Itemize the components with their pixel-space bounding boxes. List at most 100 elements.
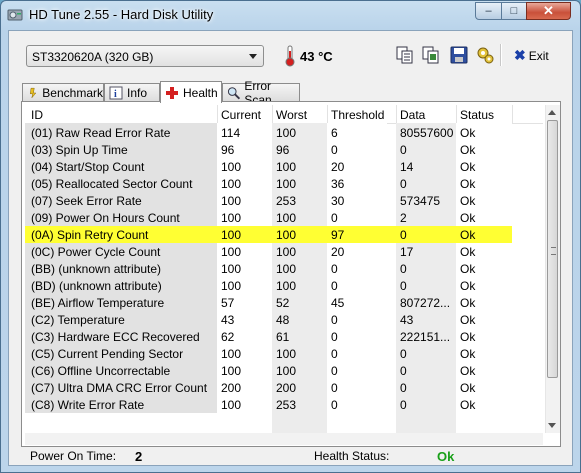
cell-attribute-id: (07) Seek Error Rate <box>31 194 142 208</box>
cell-worst-value: 100 <box>276 262 297 276</box>
cell-raw-data: 17 <box>400 245 414 259</box>
table-row[interactable]: (C6) Offline Uncorrectable 100 100 0 0 Ok <box>25 362 543 379</box>
cell-status: Ok <box>460 296 476 310</box>
table-row[interactable]: (0C) Power Cycle Count 100 100 20 17 Ok <box>25 243 543 260</box>
tab-health[interactable]: Health <box>160 81 222 103</box>
cell-worst-value: 100 <box>276 228 297 242</box>
tab-benchmark[interactable]: Benchmark <box>22 83 104 102</box>
power-on-time-label: Power On Time: <box>30 449 117 463</box>
cell-threshold-value: 0 <box>331 262 338 276</box>
cell-current-value: 100 <box>221 194 242 208</box>
cell-raw-data: 80557600 <box>400 126 454 140</box>
cell-current-value: 100 <box>221 262 242 276</box>
cell-current-value: 96 <box>221 143 235 157</box>
column-header-id[interactable]: ID <box>31 108 43 122</box>
horizontal-scrollbar[interactable] <box>25 433 543 445</box>
cell-attribute-id: (C8) Write Error Rate <box>31 398 145 412</box>
smart-attribute-table[interactable]: ID Current Worst Threshold Data Status (… <box>25 105 543 433</box>
cell-raw-data: 14 <box>400 160 414 174</box>
table-row[interactable]: (05) Reallocated Sector Count 100 100 36 0 Ok <box>25 175 543 192</box>
minimize-icon: – <box>485 5 492 17</box>
cell-threshold-value: 0 <box>331 143 338 157</box>
maximize-icon: □ <box>510 5 518 17</box>
table-row[interactable]: (01) Raw Read Error Rate 114 100 6 80557600 O… <box>25 124 543 141</box>
temperature-readout: 43 °C <box>300 49 333 64</box>
column-header-worst[interactable]: Worst <box>276 108 307 122</box>
chevron-down-icon <box>249 54 257 59</box>
column-header-threshold[interactable]: Threshold <box>331 108 384 122</box>
options-button[interactable] <box>475 45 495 65</box>
cell-raw-data: 0 <box>400 262 407 276</box>
cell-current-value: 100 <box>221 398 242 412</box>
cell-current-value: 62 <box>221 330 235 344</box>
table-row[interactable]: (C2) Temperature 43 48 0 43 Ok <box>25 311 543 328</box>
minimize-button[interactable]: – <box>475 2 502 20</box>
app-icon <box>7 9 23 21</box>
maximize-button[interactable]: □ <box>501 2 527 20</box>
cell-current-value: 100 <box>221 347 242 361</box>
cell-threshold-value: 20 <box>331 245 345 259</box>
error-scan-icon <box>227 87 241 100</box>
cell-worst-value: 253 <box>276 398 297 412</box>
table-row[interactable]: (C7) Ultra DMA CRC Error Count 200 200 0 0 Ok <box>25 379 543 396</box>
cell-raw-data: 0 <box>400 228 407 242</box>
cell-current-value: 200 <box>221 381 242 395</box>
cell-threshold-value: 0 <box>331 313 338 327</box>
table-row[interactable]: (BB) (unknown attribute) 100 100 0 0 Ok <box>25 260 543 277</box>
health-panel: ID Current Worst Threshold Data Status (… <box>21 101 561 447</box>
cell-threshold-value: 0 <box>331 381 338 395</box>
table-row[interactable]: (07) Seek Error Rate 100 253 30 573475 Ok <box>25 192 543 209</box>
exit-label: Exit <box>528 49 549 63</box>
app-window: HD Tune 2.55 - Hard Disk Utility – □ ✕ S… <box>0 0 581 473</box>
column-header-data[interactable]: Data <box>400 108 425 122</box>
tab-error-scan[interactable]: Error Scan <box>222 79 300 107</box>
table-row[interactable]: (04) Start/Stop Count 100 100 20 14 Ok <box>25 158 543 175</box>
cell-status: Ok <box>460 143 476 157</box>
column-header-status[interactable]: Status <box>460 108 494 122</box>
table-row[interactable]: (C8) Write Error Rate 100 253 0 0 Ok <box>25 396 543 413</box>
save-icon <box>450 46 468 64</box>
cell-worst-value: 96 <box>276 143 290 157</box>
cell-attribute-id: (BE) Airflow Temperature <box>31 296 165 310</box>
cell-attribute-id: (03) Spin Up Time <box>31 143 128 157</box>
tab-info[interactable]: i Info <box>104 83 160 102</box>
column-header-current[interactable]: Current <box>221 108 261 122</box>
cell-threshold-value: 0 <box>331 211 338 225</box>
power-on-time-value: 2 <box>135 449 143 464</box>
cell-attribute-id: (01) Raw Read Error Rate <box>31 126 171 140</box>
copy-screen-button[interactable] <box>421 45 441 65</box>
cell-attribute-id: (04) Start/Stop Count <box>31 160 145 174</box>
health-icon <box>166 86 178 99</box>
table-row[interactable]: (0A) Spin Retry Count 100 100 97 0 Ok <box>25 226 543 243</box>
drive-select[interactable]: ST3320620A (320 GB) <box>26 45 264 67</box>
table-row[interactable]: (03) Spin Up Time 96 96 0 0 Ok <box>25 141 543 158</box>
cell-raw-data: 43 <box>400 313 414 327</box>
cell-current-value: 57 <box>221 296 235 310</box>
cell-threshold-value: 20 <box>331 160 345 174</box>
cell-status: Ok <box>460 381 476 395</box>
cell-worst-value: 61 <box>276 330 290 344</box>
cell-raw-data: 222151... <box>400 330 451 344</box>
exit-button[interactable]: ✖ Exit <box>514 47 549 64</box>
thermometer-icon <box>285 45 295 67</box>
cell-status: Ok <box>460 177 476 191</box>
table-header: ID Current Worst Threshold Data Status <box>25 105 543 124</box>
cell-attribute-id: (05) Reallocated Sector Count <box>31 177 193 191</box>
grip-icon <box>551 247 556 255</box>
table-row[interactable]: (C3) Hardware ECC Recovered 62 61 0 222151..… <box>25 328 543 345</box>
table-row[interactable]: (BD) (unknown attribute) 100 100 0 0 Ok <box>25 277 543 294</box>
save-button[interactable] <box>449 45 469 65</box>
scroll-thumb[interactable] <box>547 120 558 378</box>
svg-text:i: i <box>114 89 117 100</box>
title-bar[interactable]: HD Tune 2.55 - Hard Disk Utility – □ ✕ <box>1 1 580 29</box>
scroll-up-icon[interactable] <box>548 110 556 115</box>
copy-info-button[interactable] <box>395 45 415 65</box>
table-row[interactable]: (C5) Current Pending Sector 100 100 0 0 Ok <box>25 345 543 362</box>
scroll-down-icon[interactable] <box>548 423 556 428</box>
cell-threshold-value: 6 <box>331 126 338 140</box>
table-row[interactable]: (09) Power On Hours Count 100 100 0 2 Ok <box>25 209 543 226</box>
table-row[interactable]: (BE) Airflow Temperature 57 52 45 807272... O… <box>25 294 543 311</box>
close-button[interactable]: ✕ <box>526 2 571 20</box>
vertical-scrollbar[interactable] <box>545 105 560 433</box>
cell-threshold-value: 0 <box>331 398 338 412</box>
